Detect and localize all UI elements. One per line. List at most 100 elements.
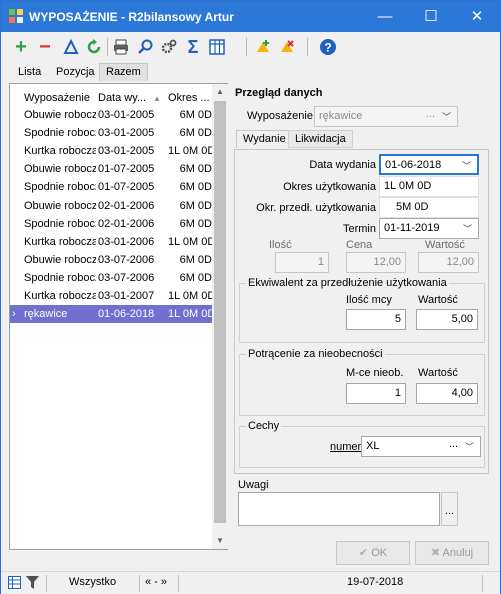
feature-value-field[interactable]: XL ... ﹀: [361, 436, 481, 457]
cell-date: 03-01-2005: [98, 127, 155, 140]
close-button[interactable]: ✕: [454, 1, 500, 32]
equivalent-group-label: Ekwiwalent za przedłużenie użytkowania: [246, 277, 449, 289]
refresh-icon[interactable]: [85, 38, 103, 56]
remove-attachment-icon[interactable]: [278, 38, 296, 56]
chevron-down-icon[interactable]: ﹀: [463, 222, 472, 235]
notes-field[interactable]: [238, 492, 440, 526]
value-label: Wartość: [425, 239, 465, 251]
sigma-icon[interactable]: Σ: [184, 38, 202, 56]
equipment-grid: Wyposażenie Data wy... ▲ Okres ... Obuwi…: [9, 83, 228, 550]
columns-icon[interactable]: [208, 38, 226, 56]
search-icon[interactable]: [137, 38, 155, 56]
table-row[interactable]: Spodnie robocze02-01-2006 6M 0D: [10, 215, 212, 233]
deduction-value-field[interactable]: 4,00: [416, 383, 478, 404]
plus-icon[interactable]: +: [12, 37, 30, 57]
column-header-period[interactable]: Okres ...: [168, 92, 210, 104]
ok-button[interactable]: ✔ OK: [336, 541, 410, 565]
scroll-up-icon[interactable]: ▲: [212, 84, 228, 100]
print-icon[interactable]: [112, 38, 130, 56]
equiv-qty-label: Ilość mcy: [346, 294, 392, 306]
ext-period-label: Okr. przedł. użytkowania: [256, 202, 376, 214]
column-header-equipment[interactable]: Wyposażenie: [24, 92, 90, 104]
chevron-down-icon[interactable]: ﹀: [462, 159, 471, 172]
table-row[interactable]: Obuwie robocze 02-01-2006 6M 0D: [10, 197, 212, 215]
cell-name: Obuwie robocze: [24, 199, 96, 212]
table-row[interactable]: Kurtka robocza 03-01-2006 1L 0M 0D: [10, 233, 212, 251]
cell-period: 6M 0D: [179, 271, 212, 284]
feature-name-link[interactable]: numer: [330, 441, 361, 453]
cancel-label: Anuluj: [442, 547, 474, 559]
tab-lista[interactable]: Lista: [11, 63, 48, 81]
ellipsis-icon[interactable]: ...: [426, 108, 435, 120]
issue-date-value: 01-06-2018: [385, 159, 442, 171]
scroll-thumb[interactable]: [214, 101, 226, 523]
status-separator: [46, 575, 47, 592]
grid-scrollbar[interactable]: ▲ ▼: [212, 84, 228, 549]
cancel-button[interactable]: ✖ Anuluj: [415, 541, 489, 565]
app-icon: [9, 9, 23, 23]
detail-heading: Przegląd danych: [235, 87, 323, 99]
table-row[interactable]: Kurtka robocza 03-01-2007 1L 0M 0D: [10, 287, 212, 305]
chevron-down-icon[interactable]: ﹀: [465, 440, 474, 453]
cell-date: 03-01-2007: [98, 290, 155, 302]
cell-name: Kurtka robocza: [24, 290, 96, 302]
toolbar-separator: [107, 38, 108, 56]
minus-icon[interactable]: −: [36, 37, 54, 57]
minimize-button[interactable]: —: [362, 1, 408, 32]
table-row[interactable]: Obuwie robocze 01-07-2005 6M 0D: [10, 160, 212, 178]
toolbar-separator: [246, 38, 247, 56]
maximize-button[interactable]: ☐: [408, 1, 454, 32]
title-bar: WYPOSAŻENIE - R2bilansowy Artur — ☐ ✕: [1, 1, 500, 32]
equipment-field[interactable]: rękawice ... ﹀: [314, 106, 458, 127]
help-icon[interactable]: ?: [319, 38, 337, 56]
table-row[interactable]: Spodnie robocze03-01-2005 6M 0D: [10, 124, 212, 142]
filter-status[interactable]: Wszystko: [69, 576, 116, 588]
tab-razem[interactable]: Razem: [99, 63, 148, 81]
check-icon: ✔: [358, 547, 369, 559]
deduction-months-field[interactable]: 1: [346, 383, 406, 404]
table-row[interactable]: Spodnie robocze03-07-2006 6M 0D: [10, 269, 212, 287]
cell-period: 6M 0D: [179, 253, 212, 266]
scroll-down-icon[interactable]: ▼: [212, 533, 228, 549]
issue-date-field[interactable]: 01-06-2018 ﹀: [379, 154, 479, 175]
column-header-date[interactable]: Data wy...: [98, 92, 146, 104]
table-row[interactable]: Obuwie robocze 03-01-2005 6M 0D: [10, 106, 212, 124]
table-row[interactable]: Spodnie robocze01-07-2005 6M 0D: [10, 178, 212, 196]
row-pointer-icon: ›: [12, 308, 16, 321]
notes-ellipsis-button[interactable]: ...: [441, 492, 458, 526]
status-bar: Wszystko « - » 19-07-2018: [1, 571, 500, 594]
range-status[interactable]: « - »: [145, 576, 167, 588]
table-row[interactable]: Obuwie robocze 03-07-2006 6M 0D: [10, 251, 212, 269]
ellipsis-icon[interactable]: ...: [449, 438, 458, 450]
price-field: 12,00: [346, 252, 406, 273]
cell-date: 03-07-2006: [98, 271, 155, 284]
features-group: Cechy numer XL ... ﹀: [239, 420, 485, 468]
status-separator: [178, 575, 179, 592]
table-row[interactable]: › rękawice 01-06-2018 1L 0M 0D: [10, 305, 212, 324]
cell-date: 01-06-2018: [98, 308, 155, 321]
add-attachment-icon[interactable]: [254, 38, 272, 56]
edit-icon[interactable]: [62, 38, 80, 56]
cell-name: Spodnie robocze: [24, 271, 96, 284]
cell-date: 03-01-2006: [98, 235, 155, 248]
tab-pozycja[interactable]: Pozycja: [49, 63, 102, 81]
table-row[interactable]: Kurtka robocza 03-01-2005 1L 0M 0D: [10, 142, 212, 160]
cell-period: 6M 0D: [179, 181, 212, 194]
tab-wydanie[interactable]: Wydanie: [236, 130, 293, 148]
value-field: 12,00: [418, 252, 479, 273]
cell-period: 1L 0M 0D: [168, 235, 212, 248]
term-field[interactable]: 01-11-2019 ﹀: [379, 218, 479, 239]
filter-icon[interactable]: [26, 576, 39, 589]
term-label: Termin: [342, 223, 376, 235]
equiv-qty-field[interactable]: 5: [346, 309, 406, 330]
sort-asc-icon: ▲: [153, 94, 161, 103]
equiv-value-field[interactable]: 5,00: [416, 309, 478, 330]
tab-likwidacja[interactable]: Likwidacja: [288, 130, 353, 148]
chevron-down-icon[interactable]: ﹀: [442, 110, 451, 123]
main-window: WYPOSAŻENIE - R2bilansowy Artur — ☐ ✕ + …: [0, 0, 501, 594]
table-icon[interactable]: [8, 576, 21, 589]
equiv-value-label: Wartość: [418, 294, 458, 306]
price-label: Cena: [346, 239, 373, 251]
features-group-label: Cechy: [246, 420, 282, 432]
settings-icon[interactable]: [160, 38, 178, 56]
